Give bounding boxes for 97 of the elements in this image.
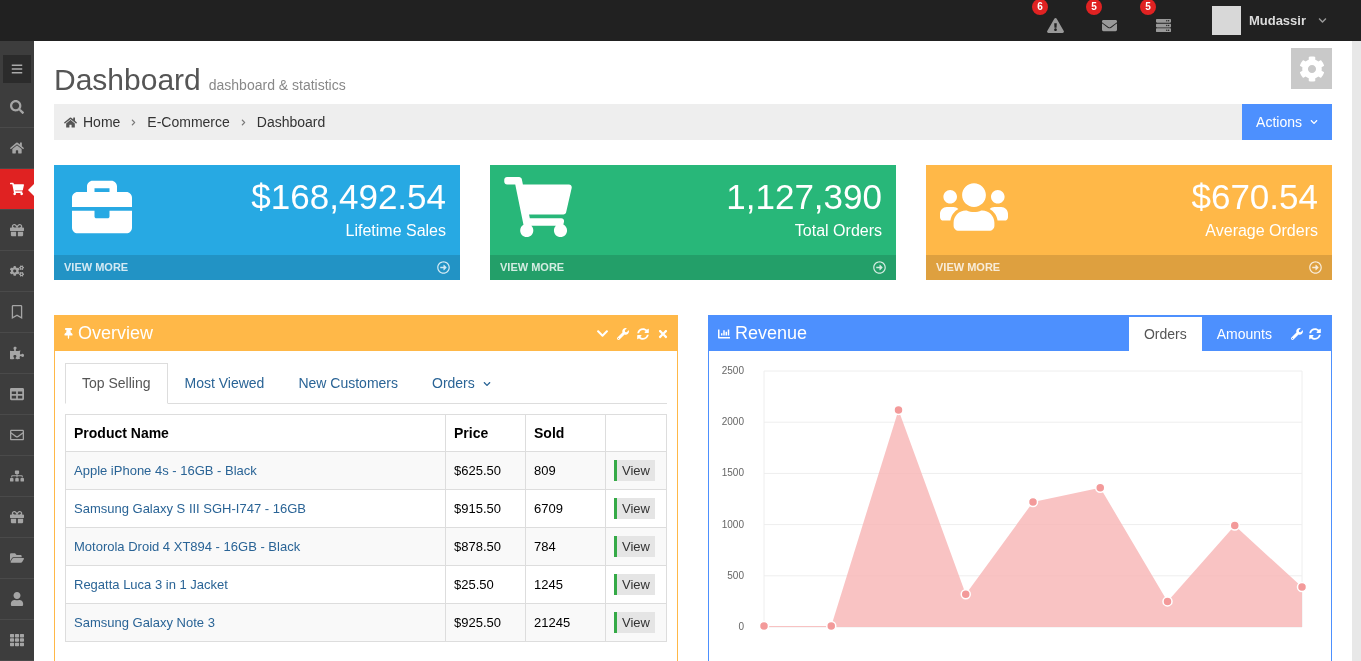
separator-icon	[239, 118, 247, 126]
data-point	[893, 404, 904, 416]
data-point	[826, 620, 837, 632]
product-link[interactable]: Apple iPhone 4s - 16GB - Black	[74, 462, 257, 478]
axis-tick-label: 0	[738, 621, 744, 632]
view-button[interactable]: View	[614, 460, 655, 481]
stat-value: $168,492.54	[251, 176, 446, 218]
wrench-icon	[617, 327, 629, 340]
panel-title: Overview	[78, 322, 153, 345]
settings-icon	[1298, 55, 1325, 82]
table-cell: $25.50	[445, 565, 526, 604]
data-point	[960, 589, 971, 600]
axis-tick-label: 1500	[721, 467, 744, 479]
tab[interactable]: Orders	[1128, 317, 1202, 351]
view-button[interactable]: View	[614, 498, 655, 519]
page-subtitle: dashboard & statistics	[208, 76, 346, 95]
gears-icon	[10, 264, 24, 278]
avatar-placeholder	[1211, 6, 1241, 35]
puzzle-icon	[10, 346, 24, 360]
chevron-icon	[596, 327, 609, 340]
envelope-icon	[1101, 17, 1119, 33]
sitemap-icon	[10, 469, 24, 483]
view-button[interactable]: View	[614, 574, 655, 595]
axis-tick-label: 1000	[721, 518, 744, 530]
bar-chart-icon	[717, 327, 731, 340]
table-cell: 6709	[525, 489, 606, 528]
table-cell: $878.50	[445, 527, 526, 566]
cart-icon	[504, 177, 572, 237]
pointer-arrow	[28, 183, 35, 197]
tab[interactable]: Orders	[415, 363, 508, 404]
page-title: Dashboard	[54, 65, 201, 95]
cart-icon	[10, 182, 24, 196]
table-icon	[10, 387, 24, 401]
home-icon	[10, 141, 24, 155]
axis-tick-label: 500	[727, 569, 744, 581]
data-point	[1296, 581, 1308, 593]
table-cell: 784	[525, 527, 606, 566]
view-button[interactable]: View	[614, 536, 655, 557]
refresh-icon	[637, 327, 649, 340]
list-icon	[1155, 17, 1173, 33]
product-link[interactable]: Regatta Luca 3 in 1 Jacket	[74, 576, 228, 592]
axis-tick-label: 2000	[721, 416, 744, 428]
wrench-icon	[1291, 328, 1303, 340]
breadcrumb-link[interactable]: Home	[83, 111, 121, 133]
stat-label: Average Orders	[1205, 221, 1318, 241]
pin-icon	[63, 328, 74, 339]
table-cell: 1245	[525, 565, 606, 604]
table-cell: $915.50	[445, 489, 526, 528]
stat-value: 1,127,390	[726, 176, 882, 218]
panel-title: Revenue	[735, 322, 808, 345]
table-cell: $925.50	[445, 603, 526, 642]
warning-icon	[1047, 17, 1065, 33]
data-point	[1229, 520, 1240, 531]
data-point	[758, 620, 770, 632]
column-header: Product Name	[65, 414, 446, 452]
folder-icon	[10, 551, 24, 565]
table-cell: 809	[525, 451, 606, 490]
data-point	[1027, 496, 1039, 508]
column-header: Price	[445, 414, 526, 452]
close-icon	[657, 327, 669, 340]
view-button[interactable]: View	[614, 612, 655, 633]
separator-icon	[130, 118, 138, 126]
sidebar-item[interactable]	[0, 169, 34, 210]
tab[interactable]: New Customers	[281, 363, 415, 404]
grid-icon	[10, 633, 24, 647]
search-icon	[10, 100, 24, 114]
product-link[interactable]: Samsung Galaxy Note 3	[74, 614, 215, 630]
menu-toggle[interactable]	[3, 55, 31, 83]
count-badge: 5	[1139, 0, 1156, 15]
table-cell: 21245	[525, 603, 606, 642]
gift-icon	[10, 510, 24, 524]
column-header: Sold	[525, 414, 606, 452]
user-icon	[10, 592, 24, 606]
data-point	[1162, 596, 1173, 607]
user-menu[interactable]: Mudassir	[1211, 6, 1327, 35]
gift-icon	[10, 223, 24, 237]
table-cell: $625.50	[445, 451, 526, 490]
breadcrumb-link[interactable]: Dashboard	[256, 111, 326, 133]
data-point	[1095, 482, 1106, 493]
config-button[interactable]	[1291, 328, 1303, 340]
count-badge: 5	[1085, 0, 1102, 15]
reload-button[interactable]	[1309, 328, 1321, 340]
caret-icon	[1318, 16, 1327, 25]
tab[interactable]: Most Viewed	[167, 363, 282, 404]
envelope-icon	[10, 428, 24, 442]
stat-label: Total Orders	[794, 221, 882, 241]
stat-value: $670.54	[1191, 176, 1318, 218]
home-icon	[64, 115, 77, 129]
stat-label: Lifetime Sales	[345, 221, 446, 241]
count-badge: 6	[1031, 0, 1048, 15]
tab[interactable]: Top Selling	[65, 363, 168, 404]
caret-icon	[1310, 118, 1318, 126]
breadcrumb-link[interactable]: E-Commerce	[147, 111, 230, 133]
axis-tick-label: 2500	[721, 365, 744, 376]
menu-icon	[10, 63, 24, 75]
bookmark-icon	[10, 305, 24, 319]
refresh-icon	[1309, 328, 1321, 340]
